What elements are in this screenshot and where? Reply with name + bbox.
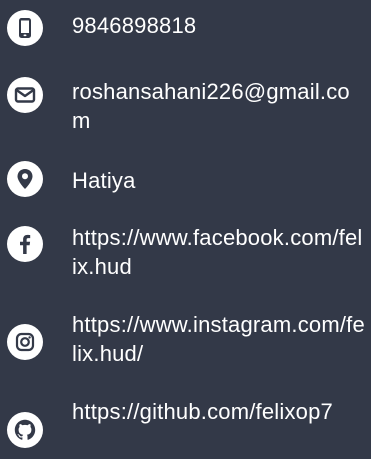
- location-text: Hatiya: [72, 168, 136, 193]
- phone-number-link[interactable]: 9846898818: [72, 11, 367, 40]
- email-link[interactable]: roshansahani226@gmail.com: [72, 77, 367, 135]
- phone-icon: [7, 10, 43, 46]
- github-icon: [7, 412, 43, 448]
- facebook-link[interactable]: https://www.facebook.com/felix.hud: [72, 223, 367, 281]
- location-pin-icon: [7, 161, 43, 197]
- github-link[interactable]: https://github.com/felixop7: [72, 397, 367, 426]
- contact-list: 9846898818 roshansahani226@gmail.com Hat…: [0, 0, 371, 459]
- instagram-icon: [7, 324, 43, 360]
- email-icon: [7, 77, 43, 113]
- instagram-link[interactable]: https://www.instagram.com/felix.hud/: [72, 310, 367, 368]
- facebook-icon: [7, 226, 43, 262]
